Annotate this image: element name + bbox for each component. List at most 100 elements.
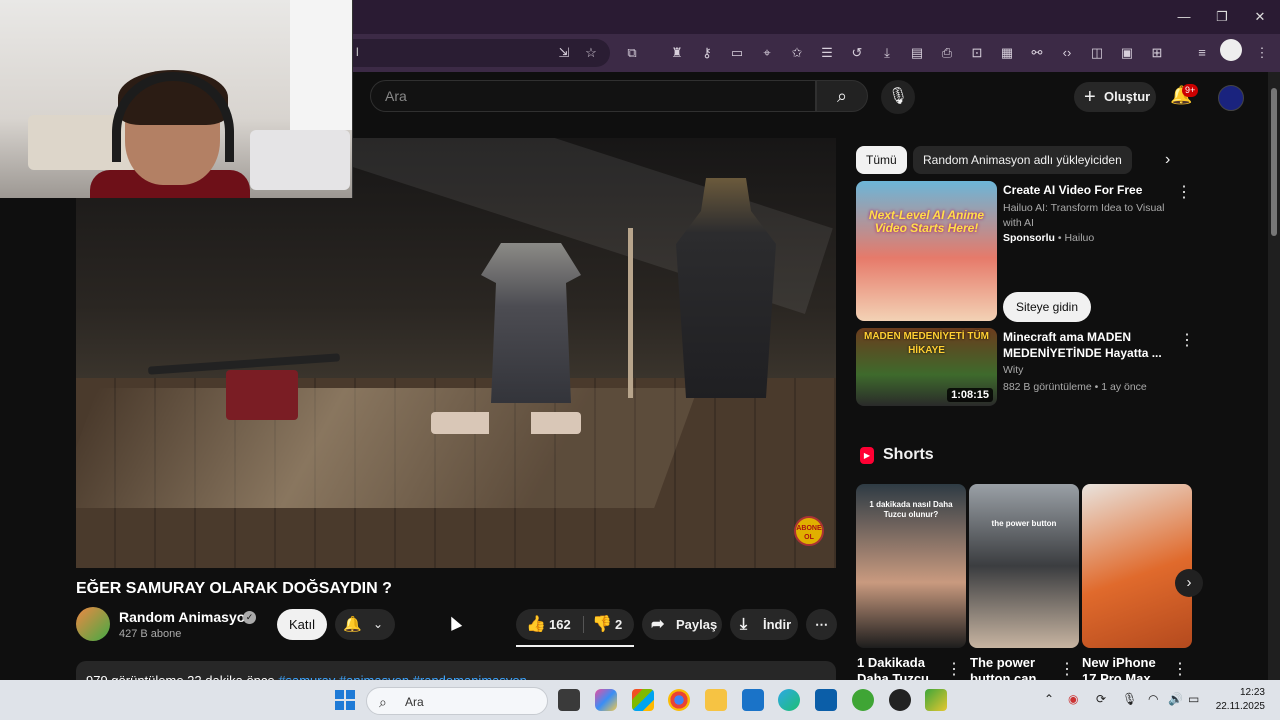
- edge-icon[interactable]: [778, 689, 800, 711]
- chevron-right-icon[interactable]: ›: [1165, 151, 1170, 169]
- file-explorer-icon[interactable]: [705, 689, 727, 711]
- extensions-icon[interactable]: ⧉: [624, 45, 640, 61]
- thumbs-down-icon[interactable]: 👎: [592, 609, 612, 640]
- video-player[interactable]: ABONE OL: [76, 138, 836, 568]
- location-icon[interactable]: ⌖: [759, 45, 775, 61]
- screenshot-icon[interactable]: ⊡: [969, 45, 985, 61]
- subscribed-bell-button[interactable]: 🔔 ⌄: [335, 609, 395, 640]
- taskbar-clock[interactable]: 12:23 22.11.2025: [1213, 686, 1265, 714]
- recommended-thumbnail[interactable]: MADEN MEDENİYETİ TÜM HİKAYE 1:08:15: [856, 328, 997, 406]
- create-button[interactable]: + Oluştur: [1074, 82, 1156, 112]
- download-arrow-icon: ⤓: [740, 616, 748, 633]
- outlook-icon[interactable]: [742, 689, 764, 711]
- qr-icon[interactable]: ▦: [999, 45, 1015, 61]
- print-icon[interactable]: ⎙: [939, 45, 955, 61]
- short-thumbnail-2[interactable]: the power button: [969, 484, 1079, 648]
- short-menu-icon-1[interactable]: ⋮: [946, 659, 962, 679]
- tray-sync-icon[interactable]: ⟳: [1096, 692, 1106, 706]
- maximize-icon[interactable]: ❐: [1212, 8, 1232, 26]
- favorites-icon[interactable]: ✩: [789, 45, 805, 61]
- more-actions-icon[interactable]: ⋯: [806, 609, 837, 640]
- wifi-icon[interactable]: ◠: [1148, 692, 1158, 706]
- trash-icon[interactable]: ▤: [909, 45, 925, 61]
- profile-avatar-icon[interactable]: [1220, 39, 1242, 61]
- close-icon[interactable]: ✕: [1250, 8, 1270, 26]
- minimize-icon[interactable]: —: [1174, 8, 1194, 26]
- short-thumbnail-1[interactable]: 1 dakikada nasıl Daha Tuzcu olunur?: [856, 484, 966, 648]
- tray-mic-icon[interactable]: 🎙: [1122, 692, 1137, 706]
- reader-icon[interactable]: ◫: [1089, 45, 1105, 61]
- verified-check-icon: ✓: [243, 611, 256, 624]
- bookmark-star-icon[interactable]: ☆: [583, 45, 599, 61]
- key-icon[interactable]: ⚷: [699, 45, 715, 61]
- app-icon-black[interactable]: [889, 689, 911, 711]
- utorrent-icon[interactable]: [852, 689, 874, 711]
- ad-title[interactable]: Create AI Video For Free: [1003, 182, 1173, 198]
- account-avatar[interactable]: [1218, 85, 1244, 111]
- battery-icon[interactable]: ▭: [1188, 692, 1199, 706]
- search-input[interactable]: Ara: [370, 80, 816, 112]
- windows-start-icon[interactable]: [335, 690, 355, 710]
- visit-site-button[interactable]: Siteye gidin: [1003, 292, 1091, 322]
- install-app-icon[interactable]: ⇲: [556, 45, 572, 61]
- history-icon[interactable]: ↺: [849, 45, 865, 61]
- chrome-icon[interactable]: [668, 689, 690, 711]
- shorts-logo-icon: ▶: [860, 447, 874, 464]
- microsoft-store-icon[interactable]: [632, 689, 654, 711]
- sidebar-icon[interactable]: ⊞: [1149, 45, 1165, 61]
- short-thumbnail-2-text: the power button: [991, 519, 1057, 528]
- sponsored-label: Sponsorlu: [1003, 232, 1055, 244]
- tray-chevron-up-icon[interactable]: ⌃: [1044, 692, 1054, 706]
- task-view-icon[interactable]: [558, 689, 580, 711]
- recommended-menu-icon[interactable]: ⋮: [1179, 330, 1195, 350]
- search-icon[interactable]: ⌕: [816, 80, 868, 112]
- browser-menu-icon[interactable]: ⋮: [1254, 45, 1270, 61]
- code-icon[interactable]: ‹›: [1059, 45, 1075, 61]
- share-icon: ➦: [651, 616, 665, 633]
- subscribe-watermark[interactable]: ABONE OL: [794, 516, 824, 546]
- microphone-icon[interactable]: 🎙: [881, 80, 915, 114]
- short-title-2[interactable]: The power button can: [970, 655, 1060, 680]
- like-divider: [583, 616, 584, 633]
- clock-time: 12:23: [1239, 687, 1265, 698]
- short-menu-icon-3[interactable]: ⋮: [1172, 659, 1188, 679]
- link-icon[interactable]: ⚯: [1029, 45, 1045, 61]
- reading-list-icon[interactable]: ☰: [819, 45, 835, 61]
- subscriber-count: 427 B abone: [119, 628, 182, 640]
- recommended-title[interactable]: Minecraft ama MADEN MEDENİYETİNDE Hayatt…: [1003, 329, 1173, 361]
- download-button[interactable]: ⤓ İndir: [730, 609, 798, 640]
- ad-menu-icon[interactable]: ⋮: [1176, 182, 1192, 202]
- create-label: Oluştur: [1104, 89, 1151, 104]
- channel-avatar[interactable]: [76, 607, 110, 641]
- recommended-channel[interactable]: Wity: [1003, 363, 1173, 378]
- shorts-heading: Shorts: [883, 446, 934, 463]
- copilot-icon[interactable]: [595, 689, 617, 711]
- short-title-1[interactable]: 1 Dakikada Daha Tuzcu: [857, 655, 947, 680]
- volume-icon[interactable]: 🔊: [1168, 692, 1183, 706]
- taskbar-search-input[interactable]: ⌕ Ara: [366, 687, 548, 715]
- chip-all[interactable]: Tümü: [856, 146, 907, 174]
- card-icon[interactable]: ▭: [729, 45, 745, 61]
- join-button[interactable]: Katıl: [277, 609, 327, 640]
- app-icon-green[interactable]: [925, 689, 947, 711]
- ad-thumbnail[interactable]: Next-Level AI Anime Video Starts Here!: [856, 181, 997, 321]
- tray-app-icon[interactable]: ◉: [1068, 692, 1078, 706]
- thumbs-up-icon[interactable]: 👍: [526, 609, 546, 640]
- share-button[interactable]: ➦ Paylaş: [642, 609, 722, 640]
- scrollbar-thumb[interactable]: [1271, 88, 1277, 236]
- short-thumbnail-3[interactable]: [1082, 484, 1192, 648]
- chip-from-uploader[interactable]: Random Animasyon adlı yükleyiciden: [913, 146, 1132, 174]
- plus-icon: +: [1084, 86, 1096, 108]
- shorts-next-arrow-icon[interactable]: ›: [1175, 569, 1203, 597]
- extension-icon-1[interactable]: ♜: [669, 45, 685, 61]
- short-menu-icon-2[interactable]: ⋮: [1059, 659, 1075, 679]
- queue-icon[interactable]: ≡: [1194, 45, 1210, 61]
- short-title-3[interactable]: New iPhone 17 Pro Max: [1082, 655, 1172, 680]
- cast-icon[interactable]: ▣: [1119, 45, 1135, 61]
- channel-name[interactable]: Random Animasyon: [119, 609, 254, 625]
- store-app-icon[interactable]: [815, 689, 837, 711]
- like-count[interactable]: 162: [549, 609, 571, 640]
- dislike-count[interactable]: 2: [615, 609, 622, 640]
- video-duration: 1:08:15: [947, 388, 993, 402]
- download-icon[interactable]: ⤓: [879, 45, 895, 61]
